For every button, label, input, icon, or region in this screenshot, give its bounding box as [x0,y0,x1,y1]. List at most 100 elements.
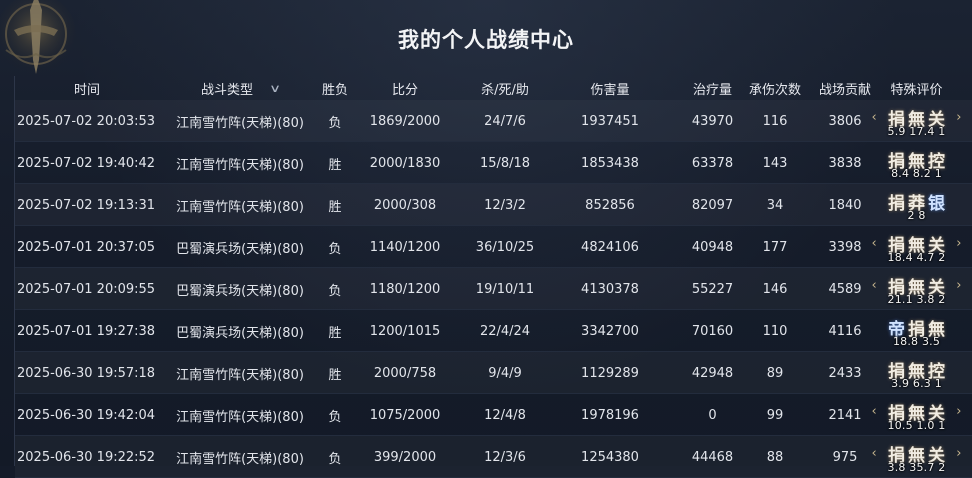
cell-special-eval: 捐無控 8.4 8.2 1 [860,142,972,184]
cell-score: 1180/1200 [369,281,441,297]
cell-battle-type: 江南雪竹阵(天梯)(80) [176,367,304,383]
eval-badge[interactable]: ‹ › 捐無关 3.8 35.7 2 [872,440,962,475]
eval-numbers: 3.8 35.7 2 [887,461,946,474]
cell-time: 2025-06-30 19:22:52 [17,449,156,465]
cell-kda: 12/4/8 [484,407,526,423]
cell-damage: 852856 [585,197,635,213]
cell-result: 胜 [328,157,342,173]
cell-result: 负 [328,283,342,299]
table-row[interactable]: 2025-06-30 19:57:18 江南雪竹阵(天梯)(80) 胜 2000/75… [15,352,972,394]
cell-time: 2025-07-02 19:13:31 [17,197,156,213]
table-row[interactable]: 2025-07-01 20:37:05 巴蜀演兵场(天梯)(80) 负 1140/12… [15,226,972,268]
header-battle-type-label: 战斗类型 [200,82,253,98]
header-battle-type[interactable]: 战斗类型 ∨ [165,76,315,100]
cell-kda: 12/3/6 [484,449,526,465]
cell-kda: 9/4/9 [488,365,522,381]
cell-score: 399/2000 [373,449,437,465]
header-score: 比分 [391,82,418,98]
header-special-eval: 特殊评价 [890,82,943,98]
cell-special-eval: ‹ › 捐無关 18.4 4.7 2 [860,226,972,268]
cell-score: 1075/2000 [369,407,441,423]
cell-score: 1869/2000 [369,113,441,129]
cell-special-eval: ‹ › 捐無关 10.5 1.0 1 [860,394,972,436]
cell-special-eval: 捐莽银2 8 [860,184,972,226]
cell-special-eval: ‹ › 捐無关 3.8 35.7 2 [860,436,972,478]
eval-badge[interactable]: ‹ › 捐無关 21.1 3.8 2 [872,272,962,307]
cell-result: 负 [328,409,342,425]
eval-badge[interactable]: ‹ › 捐無关 18.4 4.7 2 [872,230,962,265]
chevron-down-icon[interactable]: ∨ [269,82,281,95]
cell-damage: 1254380 [581,449,639,465]
cell-damage: 3342700 [581,323,639,339]
eval-badge[interactable]: ‹ › 捐無关 5.9 17.4 1 [872,104,962,139]
cell-time: 2025-07-01 20:09:55 [17,281,156,297]
eval-numbers: 3.9 6.3 1 [891,377,942,390]
cell-kda: 12/3/2 [484,197,526,213]
cell-time: 2025-07-02 19:40:42 [17,155,156,171]
table-row[interactable]: 2025-06-30 19:42:04 江南雪竹阵(天梯)(80) 负 1075/20… [15,394,972,436]
eval-numbers: 18.4 4.7 2 [887,251,946,264]
cell-special-eval: ‹ › 捐無关 5.9 17.4 1 [860,100,972,142]
cell-result: 负 [328,241,342,257]
cell-score: 2000/308 [373,197,437,213]
cell-score: 1140/1200 [369,239,441,255]
eval-numbers: 2 8 [907,209,926,222]
header-time: 时间 [73,82,100,98]
table-row[interactable]: 2025-07-02 19:13:31 江南雪竹阵(天梯)(80) 胜 2000/30… [15,184,972,226]
cell-kda: 36/10/25 [475,239,535,255]
eval-numbers: 10.5 1.0 1 [887,419,946,432]
table-header: 时间 战斗类型 ∨ 胜负 比分 杀/死/助 伤害量 治疗量 承伤次数 战场贡献 … [15,76,972,100]
eval-numbers: 18.8 3.5 [892,335,941,348]
eval-badge[interactable]: 捐無控 8.4 8.2 1 [874,146,960,181]
cell-result: 负 [328,451,342,467]
table-row[interactable]: 2025-07-02 20:03:53 江南雪竹阵(天梯)(80) 负 1869/20… [15,100,972,142]
record-table: 时间 战斗类型 ∨ 胜负 比分 杀/死/助 伤害量 治疗量 承伤次数 战场贡献 … [14,76,972,478]
record-panel: 我的个人战绩中心 时间 战斗类型 ∨ 胜负 比分 杀/死/助 伤害量 治疗量 承… [0,0,972,478]
cell-kda: 15/8/18 [479,155,531,171]
cell-battle-type: 江南雪竹阵(天梯)(80) [176,451,304,467]
cell-battle-type: 江南雪竹阵(天梯)(80) [176,199,304,215]
cell-special-eval: ‹ › 捐無关 21.1 3.8 2 [860,268,972,310]
cell-battle-type: 巴蜀演兵场(天梯)(80) [176,283,304,299]
table-row[interactable]: 2025-07-01 19:27:38 巴蜀演兵场(天梯)(80) 胜 1200/10… [15,310,972,352]
cell-battle-type: 巴蜀演兵场(天梯)(80) [176,241,304,257]
cell-battle-type: 江南雪竹阵(天梯)(80) [176,409,304,425]
cell-result: 胜 [328,367,342,383]
cell-damage: 1853438 [581,155,639,171]
cell-time: 2025-07-01 20:37:05 [17,239,156,255]
header-damage: 伤害量 [590,82,630,98]
cell-battle-type: 江南雪竹阵(天梯)(80) [176,115,304,131]
cell-time: 2025-06-30 19:42:04 [17,407,156,423]
cell-special-eval: 帝捐無 18.8 3.5 [860,310,972,352]
cell-damage: 1978196 [581,407,639,423]
eval-numbers: 8.4 8.2 1 [891,167,942,180]
eval-numbers: 21.1 3.8 2 [887,293,946,306]
cell-battle-type: 巴蜀演兵场(天梯)(80) [176,325,304,341]
cell-time: 2025-07-01 19:27:38 [17,323,156,339]
cell-score: 1200/1015 [369,323,441,339]
header-kda: 杀/死/助 [481,82,529,98]
table-row[interactable]: 2025-07-02 19:40:42 江南雪竹阵(天梯)(80) 胜 2000/18… [15,142,972,184]
table-row[interactable]: 2025-07-01 20:09:55 巴蜀演兵场(天梯)(80) 负 1180/12… [15,268,972,310]
eval-badge[interactable]: ‹ › 捐無关 10.5 1.0 1 [872,398,962,433]
cell-result: 负 [328,115,342,131]
table-row[interactable]: 2025-06-30 19:22:52 江南雪竹阵(天梯)(80) 负 399/200… [15,436,972,478]
cell-kda: 22/4/24 [479,323,531,339]
cell-kda: 19/10/11 [475,281,535,297]
header-result: 胜负 [321,82,348,98]
eval-badge[interactable]: 捐莽银2 8 [874,188,960,223]
cell-battle-type: 江南雪竹阵(天梯)(80) [176,157,304,173]
cell-result: 胜 [328,325,342,341]
eval-badge[interactable]: 捐無控 3.9 6.3 1 [874,356,960,391]
cell-damage: 1937451 [581,113,639,129]
cell-damage: 4824106 [581,239,639,255]
page-title: 我的个人战绩中心 [398,28,574,52]
table-body: 2025-07-02 20:03:53 江南雪竹阵(天梯)(80) 负 1869/20… [15,100,972,478]
cell-score: 2000/1830 [369,155,441,171]
cell-special-eval: 捐無控 3.9 6.3 1 [860,352,972,394]
eval-numbers: 5.9 17.4 1 [887,125,946,138]
cell-kda: 24/7/6 [484,113,526,129]
cell-damage: 1129289 [581,365,639,381]
eval-badge[interactable]: 帝捐無 18.8 3.5 [874,314,960,349]
cell-damage: 4130378 [581,281,639,297]
